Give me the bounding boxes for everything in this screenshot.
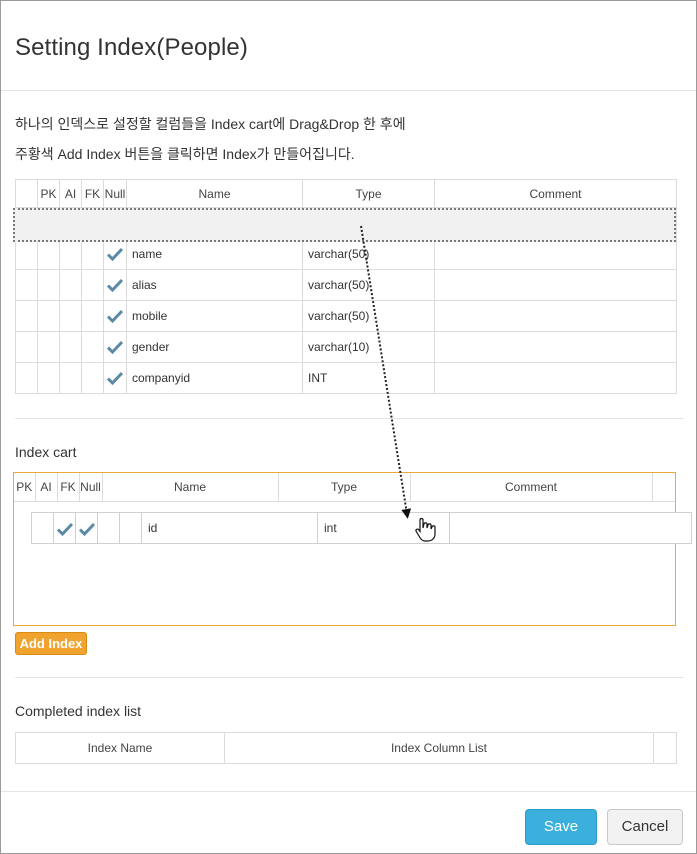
dragged-row-spacer: [98, 513, 120, 543]
row-comment: [434, 238, 677, 270]
cart-header-fk: FK: [56, 473, 80, 502]
table-row[interactable]: mobile varchar(50): [15, 300, 677, 332]
section-divider: [15, 418, 684, 419]
save-button[interactable]: Save: [525, 809, 597, 845]
header-null: Null: [103, 179, 127, 208]
table-row[interactable]: name varchar(50): [15, 238, 677, 270]
row-name: companyid: [126, 362, 303, 394]
completed-index-label: Completed index list: [15, 703, 142, 719]
row-comment: [434, 362, 677, 394]
index-cart-table: PK AI FK Null Name Type Comment: [14, 473, 675, 502]
index-cart-label: Index cart: [15, 444, 77, 460]
setting-index-dialog: Setting Index(People) 하나의 인덱스로 설정할 컬럼들을 …: [0, 0, 697, 854]
header-handle: [15, 179, 38, 208]
check-icon: [54, 513, 75, 543]
dragged-row-pk: [32, 513, 54, 543]
header-divider: [1, 90, 696, 91]
dragged-row[interactable]: id int: [31, 512, 692, 544]
row-type: varchar(50): [302, 269, 435, 301]
check-icon: [105, 247, 126, 262]
row-type: varchar(10): [302, 331, 435, 363]
header-spacer: [653, 732, 677, 764]
header-ai: AI: [59, 179, 82, 208]
check-icon: [105, 278, 126, 293]
dragged-row-ai: [54, 513, 76, 543]
header-index-name: Index Name: [15, 732, 225, 764]
table-row[interactable]: alias varchar(50): [15, 269, 677, 301]
row-comment: [434, 300, 677, 332]
add-index-button[interactable]: Add Index: [15, 632, 87, 655]
header-type: Type: [302, 179, 435, 208]
row-type: varchar(50): [302, 300, 435, 332]
dragged-row-name: id: [142, 513, 318, 543]
row-name: gender: [126, 331, 303, 363]
row-name: name: [126, 238, 303, 270]
header-fk: FK: [81, 179, 104, 208]
drop-placeholder: [13, 208, 676, 242]
cart-header-name: Name: [101, 473, 279, 502]
instruction-line-1: 하나의 인덱스로 설정할 컬럼들을 Index cart에 Drag&Drop …: [15, 116, 406, 132]
completed-index-table: Index Name Index Column List: [15, 732, 677, 764]
cart-header-spacer: [651, 473, 675, 502]
header-pk: PK: [37, 179, 60, 208]
table-row[interactable]: gender varchar(10): [15, 331, 677, 363]
row-type: INT: [302, 362, 435, 394]
cancel-button[interactable]: Cancel: [607, 809, 683, 845]
dragged-row-type: int: [318, 513, 450, 543]
row-comment: [434, 331, 677, 363]
table-row[interactable]: companyid INT: [15, 362, 677, 394]
row-type: varchar(50): [302, 238, 435, 270]
check-icon: [105, 309, 126, 324]
dragged-row-fk: [76, 513, 98, 543]
check-icon: [105, 371, 126, 386]
header-comment: Comment: [434, 179, 677, 208]
columns-table-header: PK AI FK Null Name Type Comment: [15, 179, 677, 208]
header-index-column-list: Index Column List: [224, 732, 654, 764]
row-name: alias: [126, 269, 303, 301]
header-name: Name: [126, 179, 303, 208]
completed-index-header: Index Name Index Column List: [15, 732, 677, 764]
cart-header-comment: Comment: [409, 473, 653, 502]
section-divider: [15, 677, 684, 678]
cart-header-null: Null: [78, 473, 103, 502]
row-comment: [434, 269, 677, 301]
index-cart-header: PK AI FK Null Name Type Comment: [14, 473, 675, 502]
dialog-title: Setting Index(People): [15, 34, 248, 61]
check-icon: [76, 513, 97, 543]
index-cart-dropzone[interactable]: PK AI FK Null Name Type Comment: [13, 472, 676, 626]
dragged-row-comment: [450, 513, 692, 543]
cart-header-pk: PK: [14, 473, 36, 502]
row-name: mobile: [126, 300, 303, 332]
cart-header-type: Type: [277, 473, 411, 502]
footer-divider: [1, 791, 696, 792]
cart-header-ai: AI: [34, 473, 58, 502]
dragged-row-null: [120, 513, 142, 543]
instruction-line-2: 주황색 Add Index 버튼을 클릭하면 Index가 만들어집니다.: [15, 146, 355, 162]
check-icon: [105, 340, 126, 355]
